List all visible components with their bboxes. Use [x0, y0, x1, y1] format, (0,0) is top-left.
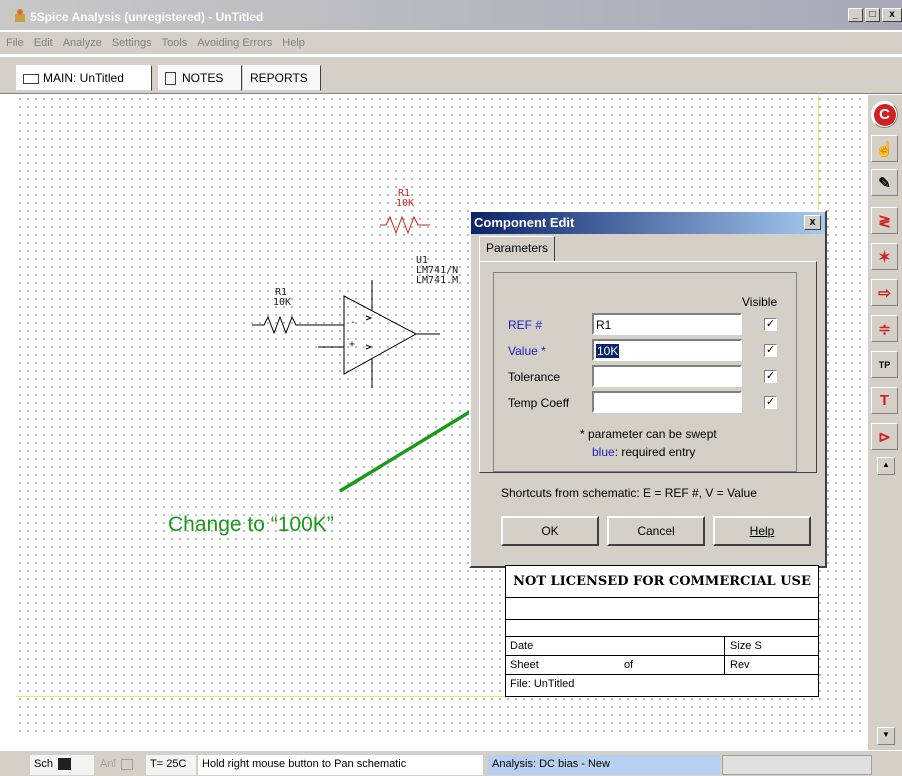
title-row-2	[506, 620, 818, 637]
tab-parameters[interactable]: Parameters	[479, 236, 556, 262]
status-bar: Sch Anl T= 25C Hold right mouse button t…	[0, 750, 902, 776]
testpoint-icon[interactable]: TP	[871, 351, 898, 378]
opamp-pin-mark	[365, 344, 373, 350]
required-note: blue: required entry	[592, 445, 695, 459]
analysis-status: Analysis: DC bias - New	[488, 755, 720, 775]
required-note-rest: : required entry	[614, 445, 696, 459]
visible-header: Visible	[742, 295, 778, 309]
dialog-title: Component Edit	[474, 215, 575, 230]
date-label: Date	[510, 640, 534, 652]
annotation-text: Change to “100K”	[168, 513, 334, 536]
file-row: File: UnTitled	[506, 675, 818, 696]
component-toolbar: C ☝ ✎ ≷ ✶ ⇨ ≑ TP T ⊳ ▲ ▼	[868, 95, 902, 755]
sch-label: Sch	[34, 758, 53, 770]
floating-resistor-r1	[380, 215, 430, 235]
sch-toggle[interactable]: Sch	[30, 755, 94, 775]
opamp-minus-label: -	[350, 317, 357, 328]
help-button[interactable]: Help	[713, 516, 811, 546]
source-icon[interactable]: ⇨	[871, 279, 898, 306]
ground-icon[interactable]: ≑	[871, 315, 898, 342]
dialog-titlebar: Component Edit x	[471, 212, 825, 234]
of-label: of	[624, 659, 634, 671]
ref-input[interactable]: R1	[592, 313, 742, 335]
shortcuts-note: Shortcuts from schematic: E = REF #, V =…	[501, 486, 757, 500]
hand-icon[interactable]: ☝	[871, 135, 898, 162]
file-label: File: UnTitled	[510, 678, 575, 690]
title-block: NOT LICENSED FOR COMMERCIAL USE Date Siz…	[505, 565, 819, 697]
tolerance-input[interactable]	[592, 365, 742, 387]
hint-status: Hold right mouse button to Pan schematic	[198, 755, 483, 775]
resistor-icon[interactable]: ≷	[871, 207, 898, 234]
dialog-close-button[interactable]: x	[804, 215, 821, 230]
title-row	[506, 598, 818, 620]
tempcoeff-label: Temp Coeff	[508, 396, 570, 410]
save-icon	[58, 758, 72, 771]
tempcoeff-input[interactable]	[592, 391, 742, 413]
license-header: NOT LICENSED FOR COMMERCIAL USE	[506, 566, 818, 598]
r1-value: 10K	[273, 297, 292, 308]
value-label: Value *	[508, 344, 546, 358]
ref-label: REF #	[508, 318, 543, 332]
tolerance-visible-checkbox[interactable]: ✓	[764, 370, 777, 383]
required-note-blue: blue	[592, 445, 615, 459]
ok-button[interactable]: OK	[501, 516, 599, 546]
horizontal-scrollbar[interactable]	[722, 755, 872, 775]
temperature-status: T= 25C	[146, 755, 196, 775]
anl-label: Anl	[100, 758, 116, 770]
value-visible-checkbox[interactable]: ✓	[764, 344, 777, 357]
text-icon[interactable]: T	[871, 387, 898, 414]
diode-icon[interactable]: ✶	[871, 243, 898, 270]
opamp-pin-mark	[365, 315, 373, 321]
sheet-label: Sheet	[510, 659, 539, 671]
date-row: Date Size S	[506, 637, 818, 656]
opamp-plus-label: +	[349, 339, 356, 350]
tempcoeff-visible-checkbox[interactable]: ✓	[764, 396, 777, 409]
value-input[interactable]: 10K	[592, 339, 742, 361]
opamp-icon[interactable]: ⊳	[871, 423, 898, 450]
pencil-icon[interactable]: ✎	[871, 169, 898, 196]
scroll-up-button[interactable]: ▲	[877, 457, 895, 475]
rev-label: Rev	[730, 659, 750, 671]
component-edit-dialog: Component Edit x Parameters Visible REF …	[469, 210, 827, 568]
tolerance-label: Tolerance	[508, 370, 561, 384]
sweep-note: * parameter can be swept	[580, 427, 717, 441]
value-selected-text: 10K	[596, 344, 620, 358]
c-icon[interactable]: C	[871, 101, 898, 128]
u1-model-file: LM741.M	[416, 275, 459, 286]
ref-visible-checkbox[interactable]: ✓	[764, 318, 777, 331]
cancel-button[interactable]: Cancel	[607, 516, 705, 546]
size-label: Size S	[730, 640, 762, 652]
parameters-frame: Visible REF # R1 ✓ Value * 10K ✓ Toleran…	[493, 272, 797, 472]
anl-save-icon	[120, 758, 133, 770]
r1-top-value: 10K	[396, 198, 415, 209]
opamp-u1-body	[343, 295, 418, 375]
sheet-row: Sheet of Rev	[506, 656, 818, 675]
input-resistor-r1	[252, 315, 318, 335]
scroll-down-button[interactable]: ▼	[877, 727, 895, 745]
anl-toggle[interactable]: Anl	[96, 755, 144, 775]
